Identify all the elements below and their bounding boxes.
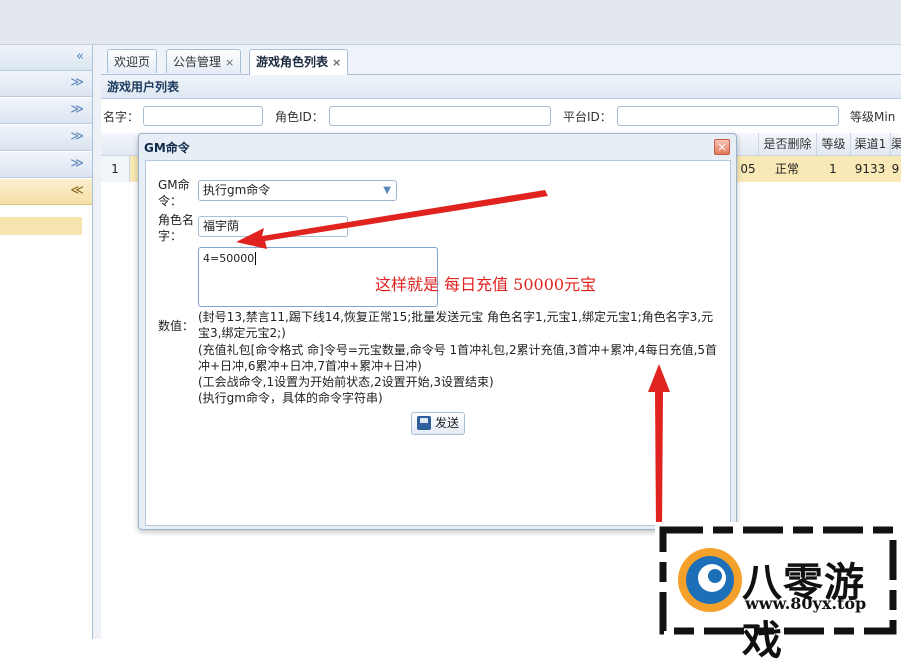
arrow-to-help-text [648,364,670,530]
watermark-url: www.80yx.top [745,594,867,613]
arrow-to-textarea [236,190,548,249]
logo-swirl-core [708,569,722,583]
